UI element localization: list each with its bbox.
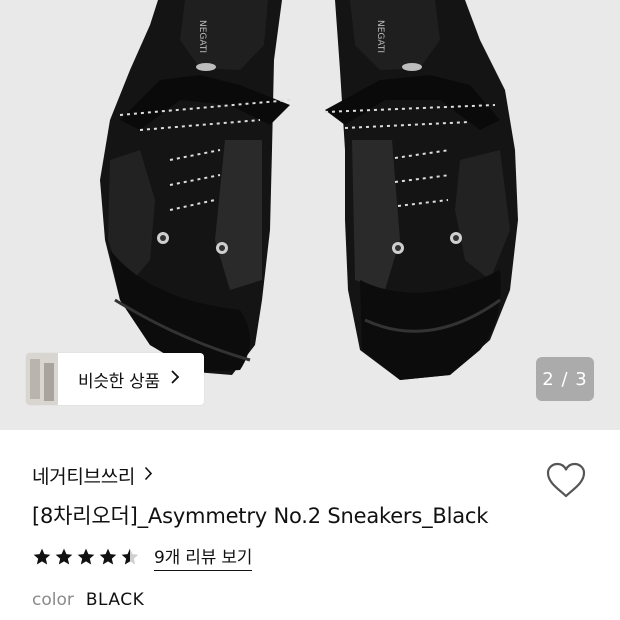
wishlist-heart-icon[interactable]: [545, 461, 587, 499]
star-rating: [32, 547, 142, 567]
reviews-link[interactable]: 9개 리뷰 보기: [154, 543, 252, 571]
chevron-right-icon: [144, 465, 153, 486]
similar-products-thumbnail: [26, 353, 58, 405]
star-icon: [99, 548, 117, 565]
brand-name: 네거티브쓰리: [32, 466, 136, 488]
shoe-brand-text-right: NEGATI: [375, 20, 385, 53]
star-icon: [55, 548, 73, 565]
star-icon: [77, 548, 95, 565]
shoe-brand-text-left: NEGATI: [197, 20, 207, 53]
brand-link[interactable]: 네거티브쓰리: [32, 462, 153, 489]
right-shoe: NEGATI: [324, 0, 518, 380]
similar-products-button[interactable]: 비슷한 상품: [26, 353, 204, 405]
rating-row: 9개 리뷰 보기: [32, 543, 252, 571]
product-title: [8차리오더]_Asymmetry No.2 Sneakers_Black: [32, 504, 489, 528]
similar-products-label: 비슷한 상품: [78, 371, 160, 392]
chevron-right-icon: [170, 369, 180, 390]
image-pager-indicator: 2 / 3: [536, 357, 594, 401]
half-star-icon: [121, 548, 139, 565]
color-label: color: [32, 590, 74, 610]
star-icon: [33, 548, 51, 565]
color-option-row: color BLACK: [32, 590, 144, 610]
color-value: BLACK: [85, 590, 145, 610]
product-image-gallery[interactable]: NEGATI NEGATI 비슷한 상품 2 / 3: [0, 0, 620, 430]
left-shoe: NEGATI: [100, 0, 291, 375]
